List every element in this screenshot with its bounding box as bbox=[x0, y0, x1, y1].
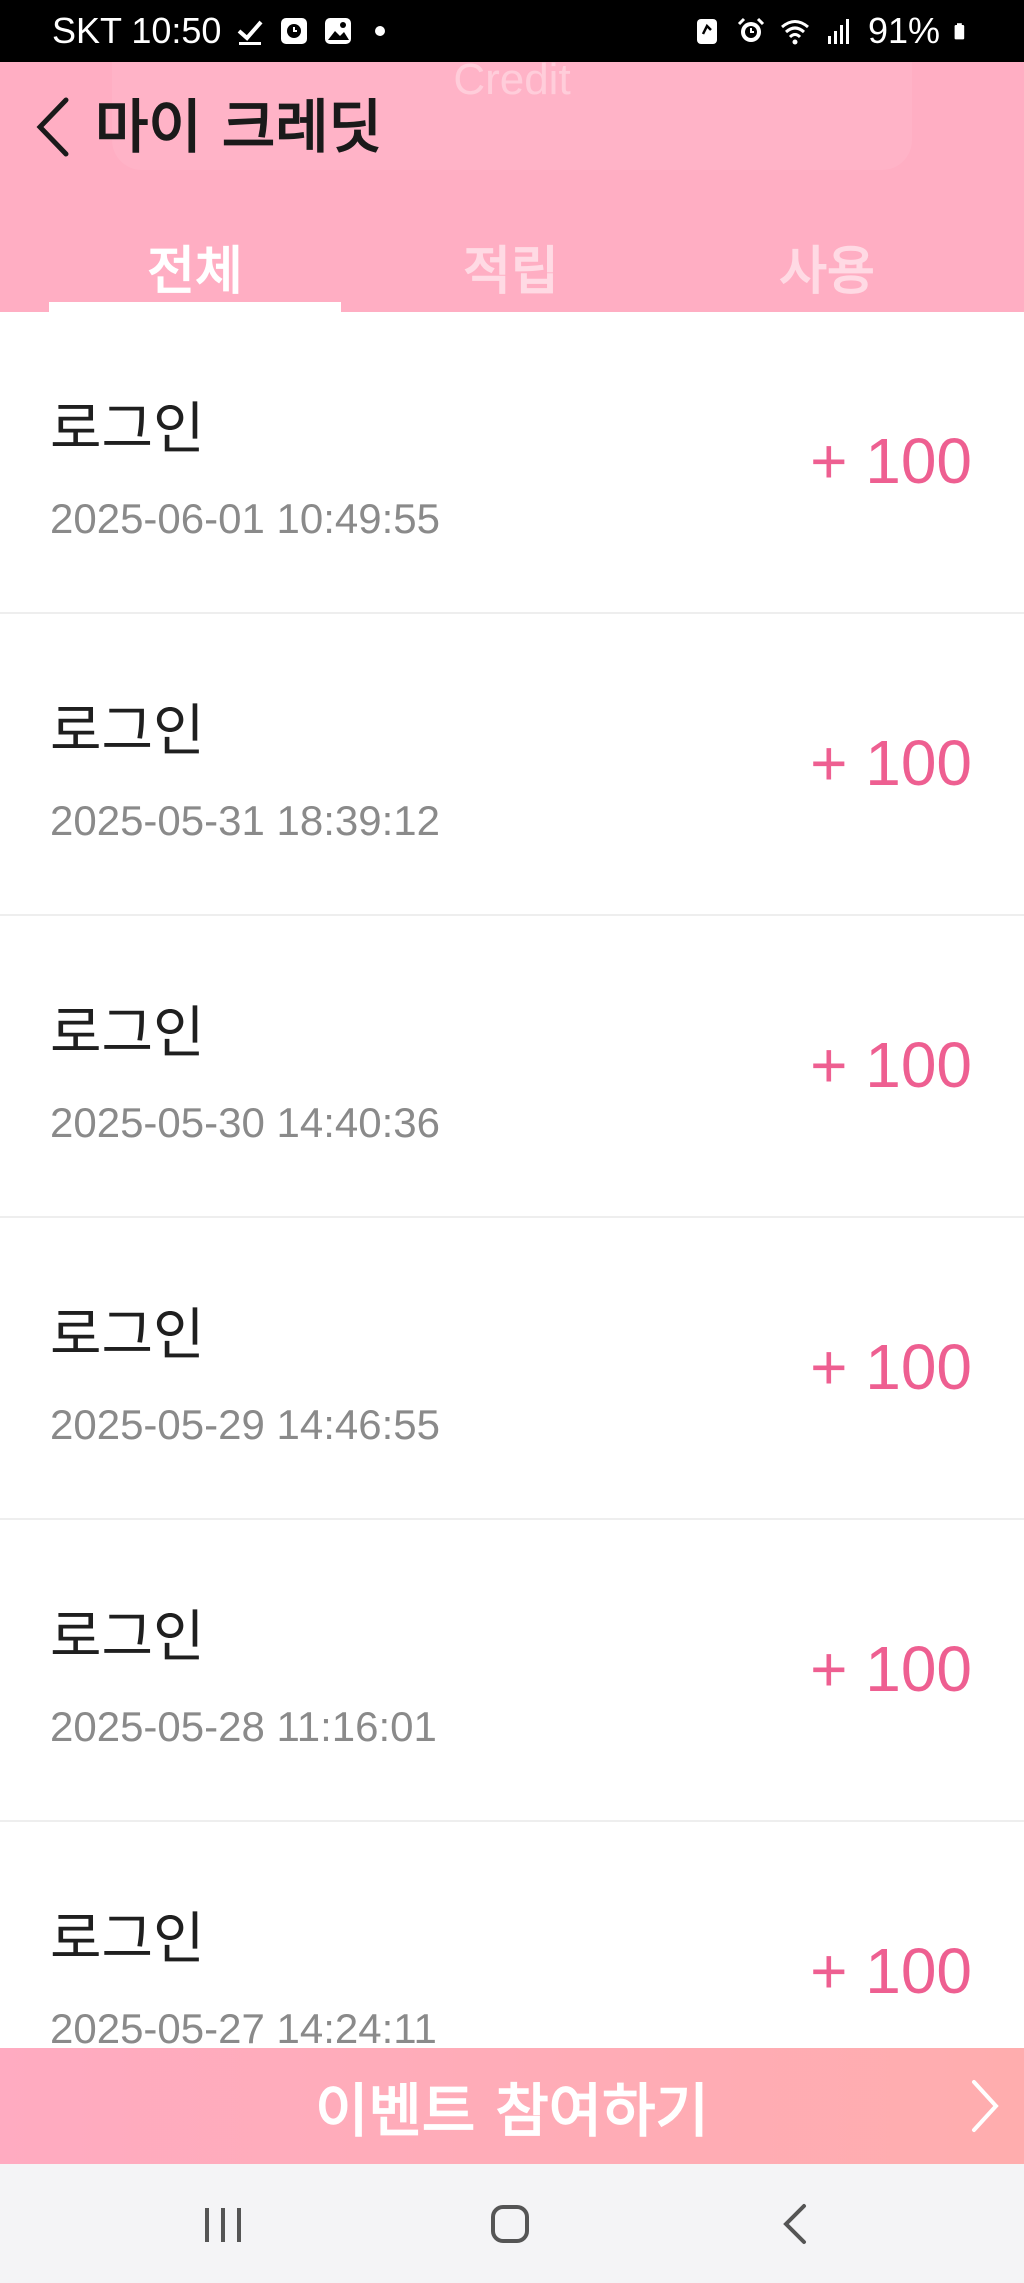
item-title: 로그인 bbox=[50, 1907, 205, 1972]
tab-all[interactable]: 전체 bbox=[50, 222, 340, 312]
header: Credit 마이 크레딧 전체 적립 사용 bbox=[0, 62, 1024, 312]
item-date: 2025-05-27 14:24:11 bbox=[50, 2005, 437, 2048]
list-item: 로그인 2025-05-29 14:46:55 + 100 bbox=[0, 1218, 1024, 1520]
battery-percent: 91% bbox=[867, 10, 940, 51]
item-amount: + 100 bbox=[810, 1029, 972, 1101]
item-date: 2025-06-01 10:49:55 bbox=[50, 495, 440, 542]
list-item: 로그인 2025-05-31 18:39:12 + 100 bbox=[0, 614, 1024, 916]
back-arrow-icon[interactable] bbox=[30, 92, 80, 162]
item-date: 2025-05-28 11:16:01 bbox=[50, 1703, 437, 1750]
item-title: 로그인 bbox=[50, 1605, 205, 1670]
item-amount: + 100 bbox=[810, 1633, 972, 1705]
item-amount: + 100 bbox=[810, 425, 972, 497]
item-amount: + 100 bbox=[810, 1935, 972, 2007]
credit-history-list[interactable]: 로그인 2025-06-01 10:49:55 + 100 로그인 2025-0… bbox=[0, 312, 1024, 2048]
tab-bar: 전체 적립 사용 bbox=[0, 222, 1024, 312]
recent-apps-icon[interactable] bbox=[193, 2194, 253, 2254]
item-date: 2025-05-29 14:46:55 bbox=[50, 1401, 440, 1448]
status-left: SKT 10:50 bbox=[52, 10, 386, 52]
battery-icon bbox=[954, 23, 965, 40]
carrier-time: SKT 10:50 bbox=[52, 10, 222, 51]
clock-app-icon bbox=[281, 18, 308, 44]
chevron-right-icon bbox=[972, 2080, 999, 2132]
item-date: 2025-05-30 14:40:36 bbox=[50, 1099, 440, 1146]
item-title: 로그인 bbox=[50, 397, 205, 462]
item-date: 2025-05-31 18:39:12 bbox=[50, 797, 440, 844]
list-item: 로그인 2025-05-30 14:40:36 + 100 bbox=[0, 916, 1024, 1218]
item-amount: + 100 bbox=[810, 727, 972, 799]
gallery-icon bbox=[325, 18, 352, 44]
item-title: 로그인 bbox=[50, 1303, 205, 1368]
event-banner-label: 이벤트 참여하기 bbox=[315, 2077, 709, 2145]
list-item: 로그인 2025-06-01 10:49:55 + 100 bbox=[0, 312, 1024, 614]
item-title: 로그인 bbox=[50, 1001, 205, 1066]
item-title: 로그인 bbox=[50, 699, 205, 764]
active-tab-indicator bbox=[49, 302, 341, 312]
list-item: 로그인 2025-05-28 11:16:01 + 100 bbox=[0, 1520, 1024, 1822]
home-icon[interactable] bbox=[480, 2194, 540, 2254]
list-item: 로그인 2025-05-27 14:24:11 + 100 bbox=[0, 1822, 1024, 2048]
wifi-icon bbox=[780, 20, 809, 45]
check-icon bbox=[238, 20, 263, 45]
tab-used[interactable]: 사용 bbox=[682, 222, 972, 312]
item-amount: + 100 bbox=[810, 1331, 972, 1403]
battery-saver-icon bbox=[696, 19, 717, 44]
alarm-icon bbox=[737, 17, 764, 42]
tab-earned[interactable]: 적립 bbox=[366, 222, 656, 312]
back-icon[interactable] bbox=[766, 2194, 826, 2254]
system-nav-bar bbox=[0, 2164, 1024, 2283]
signal-icon bbox=[827, 19, 849, 44]
status-right: 91% bbox=[692, 10, 972, 52]
status-bar: SKT 10:50 91% bbox=[0, 0, 1024, 62]
event-participate-button[interactable]: 이벤트 참여하기 bbox=[0, 2048, 1024, 2164]
page-title: 마이 크레딧 bbox=[95, 93, 382, 161]
dot-icon bbox=[375, 26, 386, 36]
